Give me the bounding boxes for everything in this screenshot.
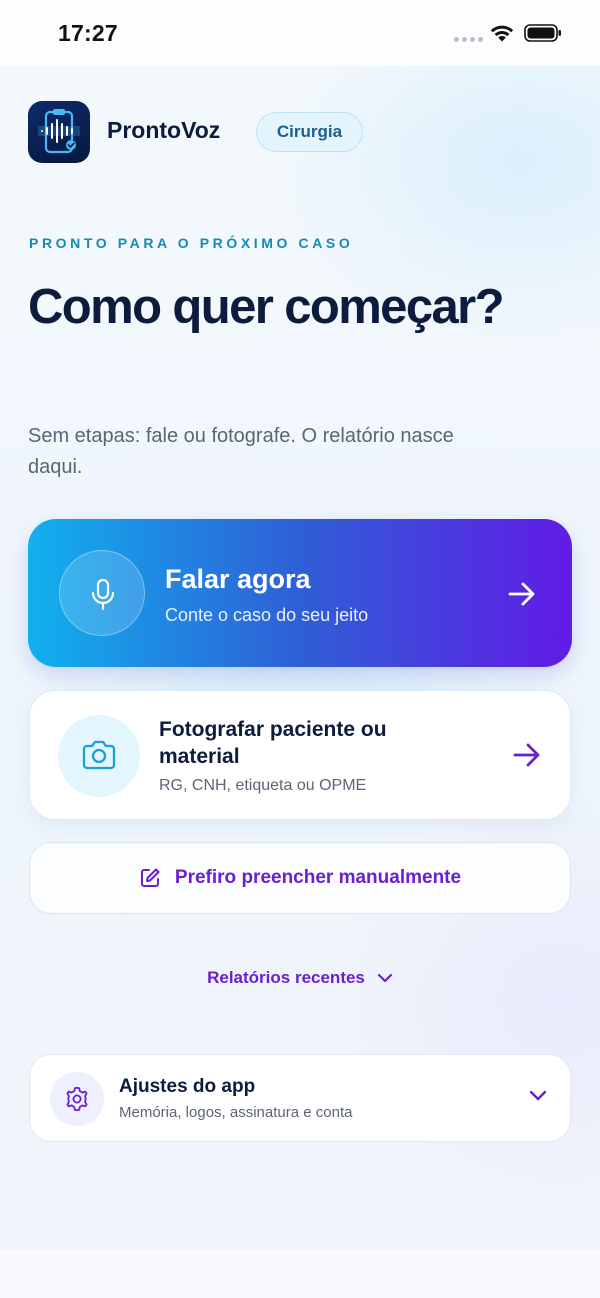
eyebrow-label: PRONTO PARA O PRÓXIMO CASO <box>29 235 354 251</box>
app-settings-title: Ajustes do app <box>119 1076 256 1097</box>
battery-icon <box>524 24 561 42</box>
camera-icon <box>82 740 116 770</box>
fill-manually-label: Prefiro preencher manualmente <box>174 867 462 888</box>
page-title: Como quer começar? <box>28 280 505 334</box>
photograph-subtitle: RG, CNH, etiqueta ou OPME <box>159 777 367 794</box>
status-bar: 17:27 <box>0 0 600 66</box>
edit-icon <box>140 868 160 887</box>
photograph-button[interactable]: Fotografar paciente ou material RG, CNH,… <box>29 690 571 820</box>
recent-reports-label: Relatórios recentes <box>207 968 365 987</box>
chevron-down-icon <box>529 1090 547 1101</box>
microphone-icon <box>91 578 115 611</box>
recent-reports-toggle[interactable]: Relatórios recentes <box>0 962 600 994</box>
app-settings-button[interactable]: Ajustes do app Memória, logos, assinatur… <box>29 1054 571 1142</box>
page-subtitle: Sem etapas: fale ou fotografe. O relatór… <box>28 425 454 478</box>
chevron-down-icon <box>377 973 392 983</box>
camera-icon-circle <box>58 715 140 797</box>
bottom-safe-area <box>0 1250 600 1298</box>
signal-dots-icon <box>454 37 483 42</box>
app-screen: 17:27 ProntoVoz Cirurgia PRONTO PARA O P… <box>0 0 600 1298</box>
specialty-badge[interactable]: Cirurgia <box>256 112 363 152</box>
speak-now-title: Falar agora <box>165 564 311 594</box>
photograph-title: Fotografar paciente ou material <box>159 718 387 768</box>
speak-now-subtitle: Conte o caso do seu jeito <box>165 605 369 625</box>
arrow-right-icon <box>513 743 540 767</box>
app-logo-icon <box>28 101 90 163</box>
app-name: ProntoVoz <box>107 117 221 143</box>
gear-icon <box>66 1086 88 1112</box>
wifi-icon <box>490 25 514 42</box>
microphone-icon-circle <box>59 550 145 636</box>
app-settings-subtitle: Memória, logos, assinatura e conta <box>119 1104 353 1121</box>
fill-manually-button[interactable]: Prefiro preencher manualmente <box>29 842 571 914</box>
status-time: 17:27 <box>58 20 118 46</box>
speak-now-button[interactable]: Falar agora Conte o caso do seu jeito <box>28 519 572 667</box>
gear-icon-circle <box>50 1072 104 1126</box>
arrow-right-icon <box>508 582 535 606</box>
